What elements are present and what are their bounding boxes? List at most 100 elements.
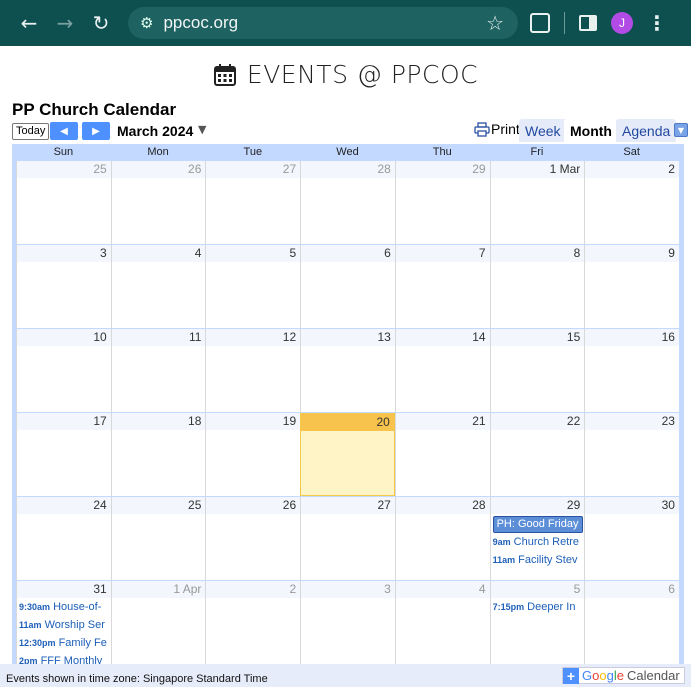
day-number[interactable]: 2 [206, 581, 301, 598]
tab-agenda[interactable]: Agenda [616, 119, 677, 142]
view-menu-dropdown-icon[interactable]: ▼ [674, 123, 688, 137]
google-calendar-button[interactable]: + Google Calendar [562, 667, 685, 684]
day-cell[interactable]: 30 [584, 497, 679, 580]
day-number[interactable]: 20 [301, 414, 394, 431]
day-cell[interactable]: 3 [300, 581, 395, 664]
day-number[interactable]: 26 [206, 497, 301, 514]
day-number[interactable]: 13 [301, 329, 395, 346]
day-cell[interactable]: 28 [394, 497, 490, 580]
day-number[interactable]: 12 [206, 329, 301, 346]
day-number[interactable]: 1 Apr [111, 581, 206, 598]
day-number[interactable]: 10 [17, 329, 111, 346]
day-number[interactable]: 21 [395, 413, 490, 430]
day-number[interactable]: 2 [585, 161, 679, 178]
day-number[interactable]: 27 [206, 161, 301, 178]
day-cell[interactable]: 27 [300, 497, 395, 580]
month-dropdown-caret-icon[interactable]: ▼ [198, 123, 206, 136]
day-cell[interactable]: 9 [584, 245, 679, 328]
day-number[interactable]: 5 [206, 245, 301, 262]
day-cell[interactable]: 4 [110, 245, 206, 328]
tab-week[interactable]: Week [519, 119, 567, 142]
day-cell[interactable]: 22 [489, 413, 585, 496]
day-cell[interactable]: 7 [394, 245, 490, 328]
tab-month[interactable]: Month [564, 119, 618, 142]
day-cell[interactable]: 31 9:30am House-of- 11am Worship Ser 12:30p… [16, 581, 111, 667]
day-cell[interactable]: 17 [16, 413, 111, 496]
day-cell[interactable]: 21 [394, 413, 490, 496]
day-cell[interactable]: 2 [205, 581, 301, 664]
prev-month-button[interactable]: ◀ [50, 122, 78, 140]
day-cell[interactable]: 16 [584, 329, 679, 412]
side-panel-icon[interactable] [579, 15, 597, 31]
day-cell[interactable]: 29 PH: Good Friday 9am Church Retre 11am Fa… [489, 497, 585, 580]
back-icon[interactable]: ← [14, 8, 44, 38]
day-number[interactable]: 15 [490, 329, 585, 346]
day-cell[interactable]: 28 [300, 161, 395, 244]
print-button[interactable]: Print [474, 121, 520, 137]
day-number[interactable]: 23 [585, 413, 679, 430]
day-cell[interactable]: 4 [394, 581, 490, 664]
day-cell[interactable]: 15 [489, 329, 585, 412]
next-month-button[interactable]: ▶ [82, 122, 110, 140]
forward-icon[interactable]: → [50, 8, 80, 38]
day-number[interactable]: 6 [301, 245, 395, 262]
extensions-icon[interactable] [530, 13, 550, 33]
day-number[interactable]: 4 [395, 581, 490, 598]
day-cell[interactable]: 6 [584, 581, 679, 664]
day-number[interactable]: 25 [111, 497, 206, 514]
reload-icon[interactable]: ↻ [86, 8, 116, 38]
day-number[interactable]: 31 [17, 581, 111, 598]
day-number[interactable]: 24 [17, 497, 111, 514]
event-item[interactable]: 9:30am House-of- [17, 598, 111, 616]
day-number[interactable]: 14 [395, 329, 490, 346]
menu-kebab-icon[interactable]: ⋮ [647, 11, 667, 35]
day-number[interactable]: 29 [395, 161, 490, 178]
bookmark-star-icon[interactable]: ☆ [486, 11, 504, 35]
all-day-event[interactable]: PH: Good Friday [492, 516, 584, 533]
day-number[interactable]: 17 [17, 413, 111, 430]
day-cell[interactable]: 19 [205, 413, 301, 496]
day-number[interactable]: 19 [206, 413, 301, 430]
day-number[interactable]: 27 [301, 497, 395, 514]
day-cell[interactable]: 3 [16, 245, 111, 328]
day-number[interactable]: 29 [490, 497, 585, 514]
event-item[interactable]: 11am Facility Stev [491, 551, 585, 569]
day-number[interactable]: 16 [585, 329, 679, 346]
day-cell[interactable]: 2 [584, 161, 679, 244]
day-number[interactable]: 26 [111, 161, 206, 178]
day-number[interactable]: 22 [490, 413, 585, 430]
day-cell[interactable]: 14 [394, 329, 490, 412]
day-number[interactable]: 3 [301, 581, 395, 598]
day-cell-today[interactable]: 20 [300, 413, 395, 496]
day-cell[interactable]: 5 7:15pm Deeper In [489, 581, 585, 664]
event-item[interactable]: 11am Worship Ser [17, 616, 111, 634]
profile-avatar[interactable]: J [611, 12, 633, 34]
day-cell[interactable]: 5 [205, 245, 301, 328]
day-cell[interactable]: 29 [394, 161, 490, 244]
site-settings-icon[interactable]: ⚙ [140, 14, 153, 32]
day-cell[interactable]: 11 [110, 329, 206, 412]
day-cell[interactable]: 10 [16, 329, 111, 412]
event-item[interactable]: 7:15pm Deeper In [491, 598, 585, 616]
day-cell[interactable]: 25 [110, 497, 206, 580]
event-item[interactable]: 9am Church Retre [491, 533, 585, 551]
day-number[interactable]: 28 [301, 161, 395, 178]
day-number[interactable]: 5 [490, 581, 585, 598]
day-cell[interactable]: 8 [489, 245, 585, 328]
day-cell[interactable]: 26 [205, 497, 301, 580]
day-cell[interactable]: 1 Mar [489, 161, 585, 244]
day-number[interactable]: 30 [585, 497, 679, 514]
day-cell[interactable]: 24 [16, 497, 111, 580]
day-number[interactable]: 3 [17, 245, 111, 262]
day-number[interactable]: 7 [395, 245, 490, 262]
day-number[interactable]: 8 [490, 245, 585, 262]
address-bar[interactable]: ⚙ ppcoc.org ☆ [128, 7, 518, 39]
day-cell[interactable]: 13 [300, 329, 395, 412]
day-cell[interactable]: 18 [110, 413, 206, 496]
day-number[interactable]: 9 [585, 245, 679, 262]
day-cell[interactable]: 12 [205, 329, 301, 412]
day-number[interactable]: 4 [111, 245, 206, 262]
day-number[interactable]: 6 [585, 581, 679, 598]
day-cell[interactable]: 26 [110, 161, 206, 244]
current-month-label[interactable]: March 2024 [117, 123, 193, 139]
